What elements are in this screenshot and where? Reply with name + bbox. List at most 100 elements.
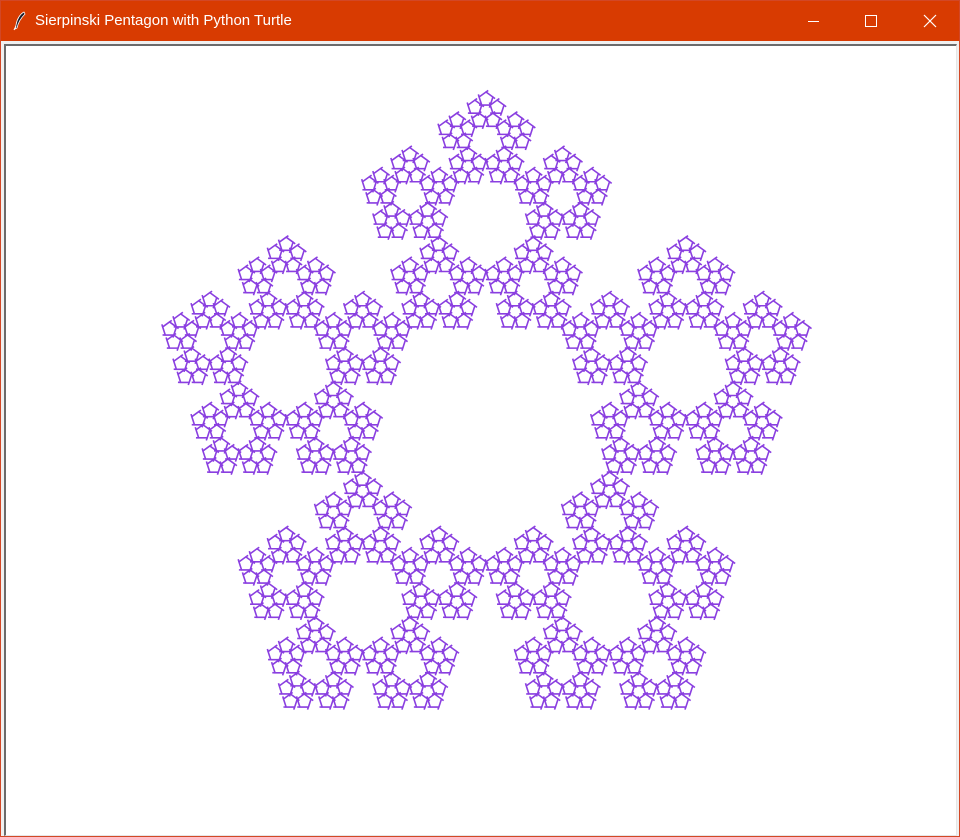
stroke-spike bbox=[591, 208, 595, 212]
stroke-spike bbox=[681, 271, 684, 275]
stroke-spike bbox=[412, 157, 415, 161]
pentagon-mark bbox=[354, 445, 371, 460]
pentagon-mark bbox=[514, 534, 530, 550]
stroke-spike bbox=[448, 115, 451, 119]
stroke-spike bbox=[452, 326, 455, 330]
stroke-spike bbox=[757, 369, 761, 373]
stroke-spike bbox=[372, 350, 375, 354]
stroke-spike bbox=[634, 458, 637, 462]
stroke-spike bbox=[554, 678, 559, 682]
stroke-spike bbox=[695, 424, 698, 428]
pentagon-mark bbox=[561, 500, 577, 516]
pentagon-mark bbox=[318, 556, 335, 571]
maximize-button[interactable] bbox=[848, 1, 894, 41]
stroke-spike bbox=[481, 126, 485, 130]
stroke-spike bbox=[354, 474, 357, 478]
maximize-icon bbox=[865, 15, 877, 27]
stroke-spike bbox=[553, 279, 557, 283]
stroke-spike bbox=[212, 302, 215, 306]
stroke-spike bbox=[648, 619, 651, 623]
stroke-spike bbox=[582, 659, 586, 663]
stroke-spike bbox=[724, 403, 727, 407]
stroke-spike bbox=[324, 403, 328, 407]
stroke-spike bbox=[234, 458, 238, 462]
stroke-spike bbox=[583, 350, 586, 354]
stroke-spike bbox=[553, 149, 557, 153]
pentagon-mark bbox=[318, 265, 335, 281]
pentagon-mark bbox=[278, 526, 294, 542]
stroke-spike bbox=[201, 405, 204, 409]
title-bar[interactable]: Sierpinski Pentagon with Python Turtle bbox=[1, 1, 959, 41]
stroke-spike bbox=[761, 401, 765, 405]
stroke-spike bbox=[503, 119, 507, 122]
stroke-spike bbox=[277, 529, 281, 533]
stroke-spike bbox=[674, 533, 678, 537]
stroke-spike bbox=[321, 319, 325, 323]
stroke-spike bbox=[499, 316, 503, 320]
stroke-spike bbox=[724, 292, 727, 296]
stroke-spike bbox=[790, 354, 795, 357]
pentagon-mark bbox=[630, 355, 647, 371]
stroke-spike bbox=[383, 648, 386, 652]
stroke-spike bbox=[623, 516, 626, 520]
stroke-spike bbox=[329, 458, 332, 462]
stroke-spike bbox=[336, 529, 339, 533]
stroke-spike bbox=[452, 147, 455, 151]
stroke-spike bbox=[223, 382, 226, 386]
stroke-spike bbox=[405, 651, 408, 655]
stroke-spike bbox=[306, 569, 310, 573]
stroke-spike bbox=[394, 324, 397, 328]
stroke-spike bbox=[344, 499, 348, 503]
pentagon-mark bbox=[572, 492, 589, 508]
pentagon-mark bbox=[671, 299, 687, 315]
stroke-spike bbox=[800, 347, 804, 351]
pentagon-mark bbox=[372, 347, 389, 363]
stroke-spike bbox=[550, 623, 554, 627]
stroke-spike bbox=[342, 458, 346, 462]
stroke-spike bbox=[205, 369, 208, 373]
stroke-spike bbox=[542, 202, 546, 206]
stroke-spike bbox=[782, 316, 786, 320]
pentagon-mark bbox=[543, 556, 559, 571]
pentagon-mark bbox=[660, 556, 676, 571]
minimize-button[interactable] bbox=[790, 1, 836, 41]
stroke-spike bbox=[318, 696, 321, 700]
stroke-spike bbox=[427, 644, 431, 648]
stroke-spike bbox=[573, 623, 577, 627]
stroke-spike bbox=[266, 582, 269, 586]
stroke-spike bbox=[532, 166, 536, 170]
close-button[interactable] bbox=[907, 1, 953, 41]
stroke-spike bbox=[252, 334, 256, 338]
stroke-spike bbox=[295, 448, 299, 452]
stroke-spike bbox=[728, 371, 732, 375]
stroke-spike bbox=[666, 693, 669, 697]
stroke-spike bbox=[419, 674, 422, 679]
stroke-spike bbox=[329, 550, 332, 554]
pentagon-mark bbox=[413, 556, 429, 571]
stroke-spike bbox=[571, 358, 575, 362]
stroke-spike bbox=[445, 298, 449, 302]
stroke-spike bbox=[452, 572, 455, 576]
stroke-spike bbox=[354, 448, 357, 452]
stroke-spike bbox=[380, 208, 384, 212]
stroke-spike bbox=[267, 401, 271, 405]
stroke-spike bbox=[597, 298, 602, 302]
pentagon-mark bbox=[347, 355, 364, 371]
stroke-spike bbox=[383, 358, 386, 362]
pentagon-mark bbox=[395, 500, 411, 516]
stroke-spike bbox=[591, 636, 595, 640]
app-window: Sierpinski Pentagon with Python Turtle bbox=[0, 0, 960, 837]
pentagon-mark bbox=[660, 402, 676, 418]
stroke-spike bbox=[706, 279, 709, 283]
stroke-spike bbox=[288, 537, 292, 541]
stroke-spike bbox=[587, 672, 590, 676]
pentagon-mark bbox=[696, 265, 712, 281]
stroke-spike bbox=[674, 243, 678, 246]
pentagon-mark bbox=[642, 500, 658, 516]
stroke-spike bbox=[391, 311, 395, 315]
turtle-canvas[interactable] bbox=[4, 44, 957, 836]
stroke-spike bbox=[245, 554, 249, 558]
stroke-spike bbox=[528, 202, 532, 206]
stroke-spike bbox=[692, 409, 696, 413]
pentagon-mark bbox=[401, 299, 418, 315]
